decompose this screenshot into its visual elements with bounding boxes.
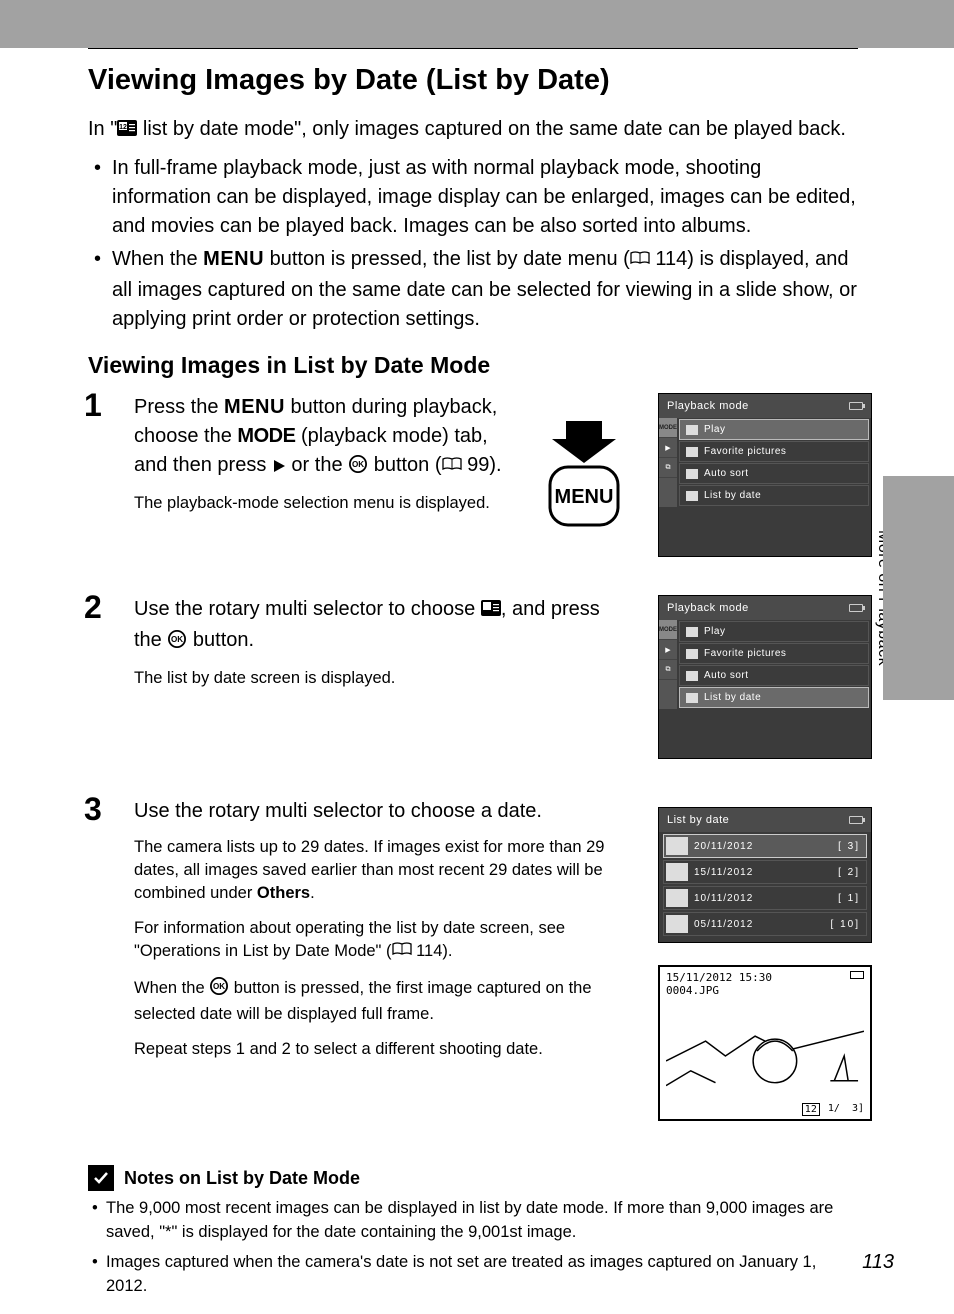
step-2-note: The list by date screen is displayed. bbox=[134, 667, 624, 690]
notes-heading: Notes on List by Date Mode bbox=[124, 1168, 360, 1189]
subheading: Viewing Images in List by Date Mode bbox=[88, 352, 858, 379]
manual-page: More on Playback Viewing Images by Date … bbox=[0, 0, 954, 1314]
step-2-instruction: Use the rotary multi selector to choose … bbox=[134, 595, 624, 657]
playback-mode-screen-1: Playback mode MODE ▶ ⧉ Play Favorite pic… bbox=[658, 393, 872, 557]
ok-button-icon: OK bbox=[167, 628, 187, 657]
svg-text:OK: OK bbox=[352, 460, 364, 469]
ok-button-icon: OK bbox=[209, 977, 229, 1002]
svg-text:OK: OK bbox=[213, 983, 225, 992]
menu-button-text: MENU bbox=[555, 486, 614, 508]
step-3: 3 Use the rotary multi selector to choos… bbox=[88, 797, 858, 1137]
menu-item-autosort: Auto sort bbox=[679, 463, 869, 484]
date-row: 20/11/2012[ 3] bbox=[663, 834, 867, 858]
calendar-icon bbox=[686, 491, 698, 501]
thumbnail-icon bbox=[666, 837, 688, 855]
step-3-instruction: Use the rotary multi selector to choose … bbox=[134, 797, 644, 826]
note-item-1: The 9,000 most recent images can be disp… bbox=[88, 1197, 858, 1245]
sort-icon bbox=[686, 469, 698, 479]
mode-badge-icon: 12 bbox=[802, 1103, 820, 1116]
menu-label: MENU bbox=[203, 248, 264, 270]
step-3-note-4: Repeat steps 1 and 2 to select a differe… bbox=[134, 1038, 644, 1061]
menu-item-play: Play bbox=[679, 419, 869, 440]
battery-icon bbox=[849, 816, 863, 824]
battery-icon bbox=[850, 971, 864, 979]
preview-timestamp: 15/11/2012 15:30 bbox=[666, 971, 772, 984]
book-icon bbox=[630, 247, 650, 276]
page-number: 113 bbox=[862, 1251, 894, 1274]
step-1: 1 Press the MENU button during playback,… bbox=[88, 393, 858, 573]
battery-icon bbox=[849, 402, 863, 410]
svg-text:12: 12 bbox=[119, 124, 127, 131]
top-rule bbox=[88, 48, 858, 49]
bullet-2: When the MENU button is pressed, the lis… bbox=[88, 245, 858, 334]
date-row: 15/11/2012[ 2] bbox=[663, 860, 867, 884]
intro-post: list by date mode", only images captured… bbox=[137, 118, 846, 140]
step-3-note-1: The camera lists up to 29 dates. If imag… bbox=[134, 836, 644, 905]
image-preview-screen: 15/11/2012 15:30 0004.JPG 12 1/ 3] bbox=[658, 965, 872, 1121]
menu-button-illustration: MENU bbox=[544, 419, 624, 534]
step-1-number: 1 bbox=[84, 387, 102, 424]
notes-section: Notes on List by Date Mode The 9,000 mos… bbox=[88, 1165, 858, 1299]
book-icon bbox=[442, 453, 462, 482]
bullet-1: In full-frame playback mode, just as wit… bbox=[88, 154, 858, 241]
menu-item-listbydate: List by date bbox=[679, 485, 869, 506]
preview-illustration bbox=[666, 1001, 864, 1101]
check-box-icon bbox=[88, 1165, 114, 1191]
step-3-number: 3 bbox=[84, 791, 102, 828]
book-icon bbox=[392, 940, 412, 965]
date-row: 05/11/2012[ 10] bbox=[663, 912, 867, 936]
playback-mode-screen-2: Playback mode MODE ▶ ⧉ Play Favorite pic… bbox=[658, 595, 872, 759]
note-item-2: Images captured when the camera's date i… bbox=[88, 1251, 858, 1299]
intro-paragraph: In "12 list by date mode", only images c… bbox=[88, 115, 858, 146]
right-triangle-icon bbox=[272, 453, 286, 482]
ok-button-icon: OK bbox=[348, 453, 368, 482]
preview-filename: 0004.JPG bbox=[660, 984, 870, 999]
calendar-icon: 12 bbox=[117, 117, 137, 146]
step-3-note-3: When the OK button is pressed, the first… bbox=[134, 977, 644, 1025]
calendar-icon bbox=[481, 597, 501, 626]
page-title: Viewing Images by Date (List by Date) bbox=[88, 64, 858, 97]
step-2: 2 Use the rotary multi selector to choos… bbox=[88, 595, 858, 775]
header-gray-band bbox=[0, 0, 954, 48]
intro-bullet-list: In full-frame playback mode, just as wit… bbox=[88, 154, 858, 334]
content-column: Viewing Images by Date (List by Date) In… bbox=[88, 48, 858, 1305]
menu-item-favorites: Favorite pictures bbox=[679, 441, 869, 462]
step-1-note: The playback-mode selection menu is disp… bbox=[134, 492, 524, 515]
list-by-date-screen: List by date 20/11/2012[ 3] 15/11/2012[ … bbox=[658, 807, 872, 943]
battery-icon bbox=[849, 604, 863, 612]
step-2-number: 2 bbox=[84, 589, 102, 626]
step-1-instruction: Press the MENU button during playback, c… bbox=[134, 393, 524, 482]
section-side-label: More on Playback bbox=[874, 530, 892, 666]
intro-pre: In " bbox=[88, 118, 117, 140]
step-3-note-2: For information about operating the list… bbox=[134, 917, 644, 965]
play-icon bbox=[686, 425, 698, 435]
date-row: 10/11/2012[ 1] bbox=[663, 886, 867, 910]
star-icon bbox=[686, 447, 698, 457]
svg-text:OK: OK bbox=[171, 635, 183, 644]
